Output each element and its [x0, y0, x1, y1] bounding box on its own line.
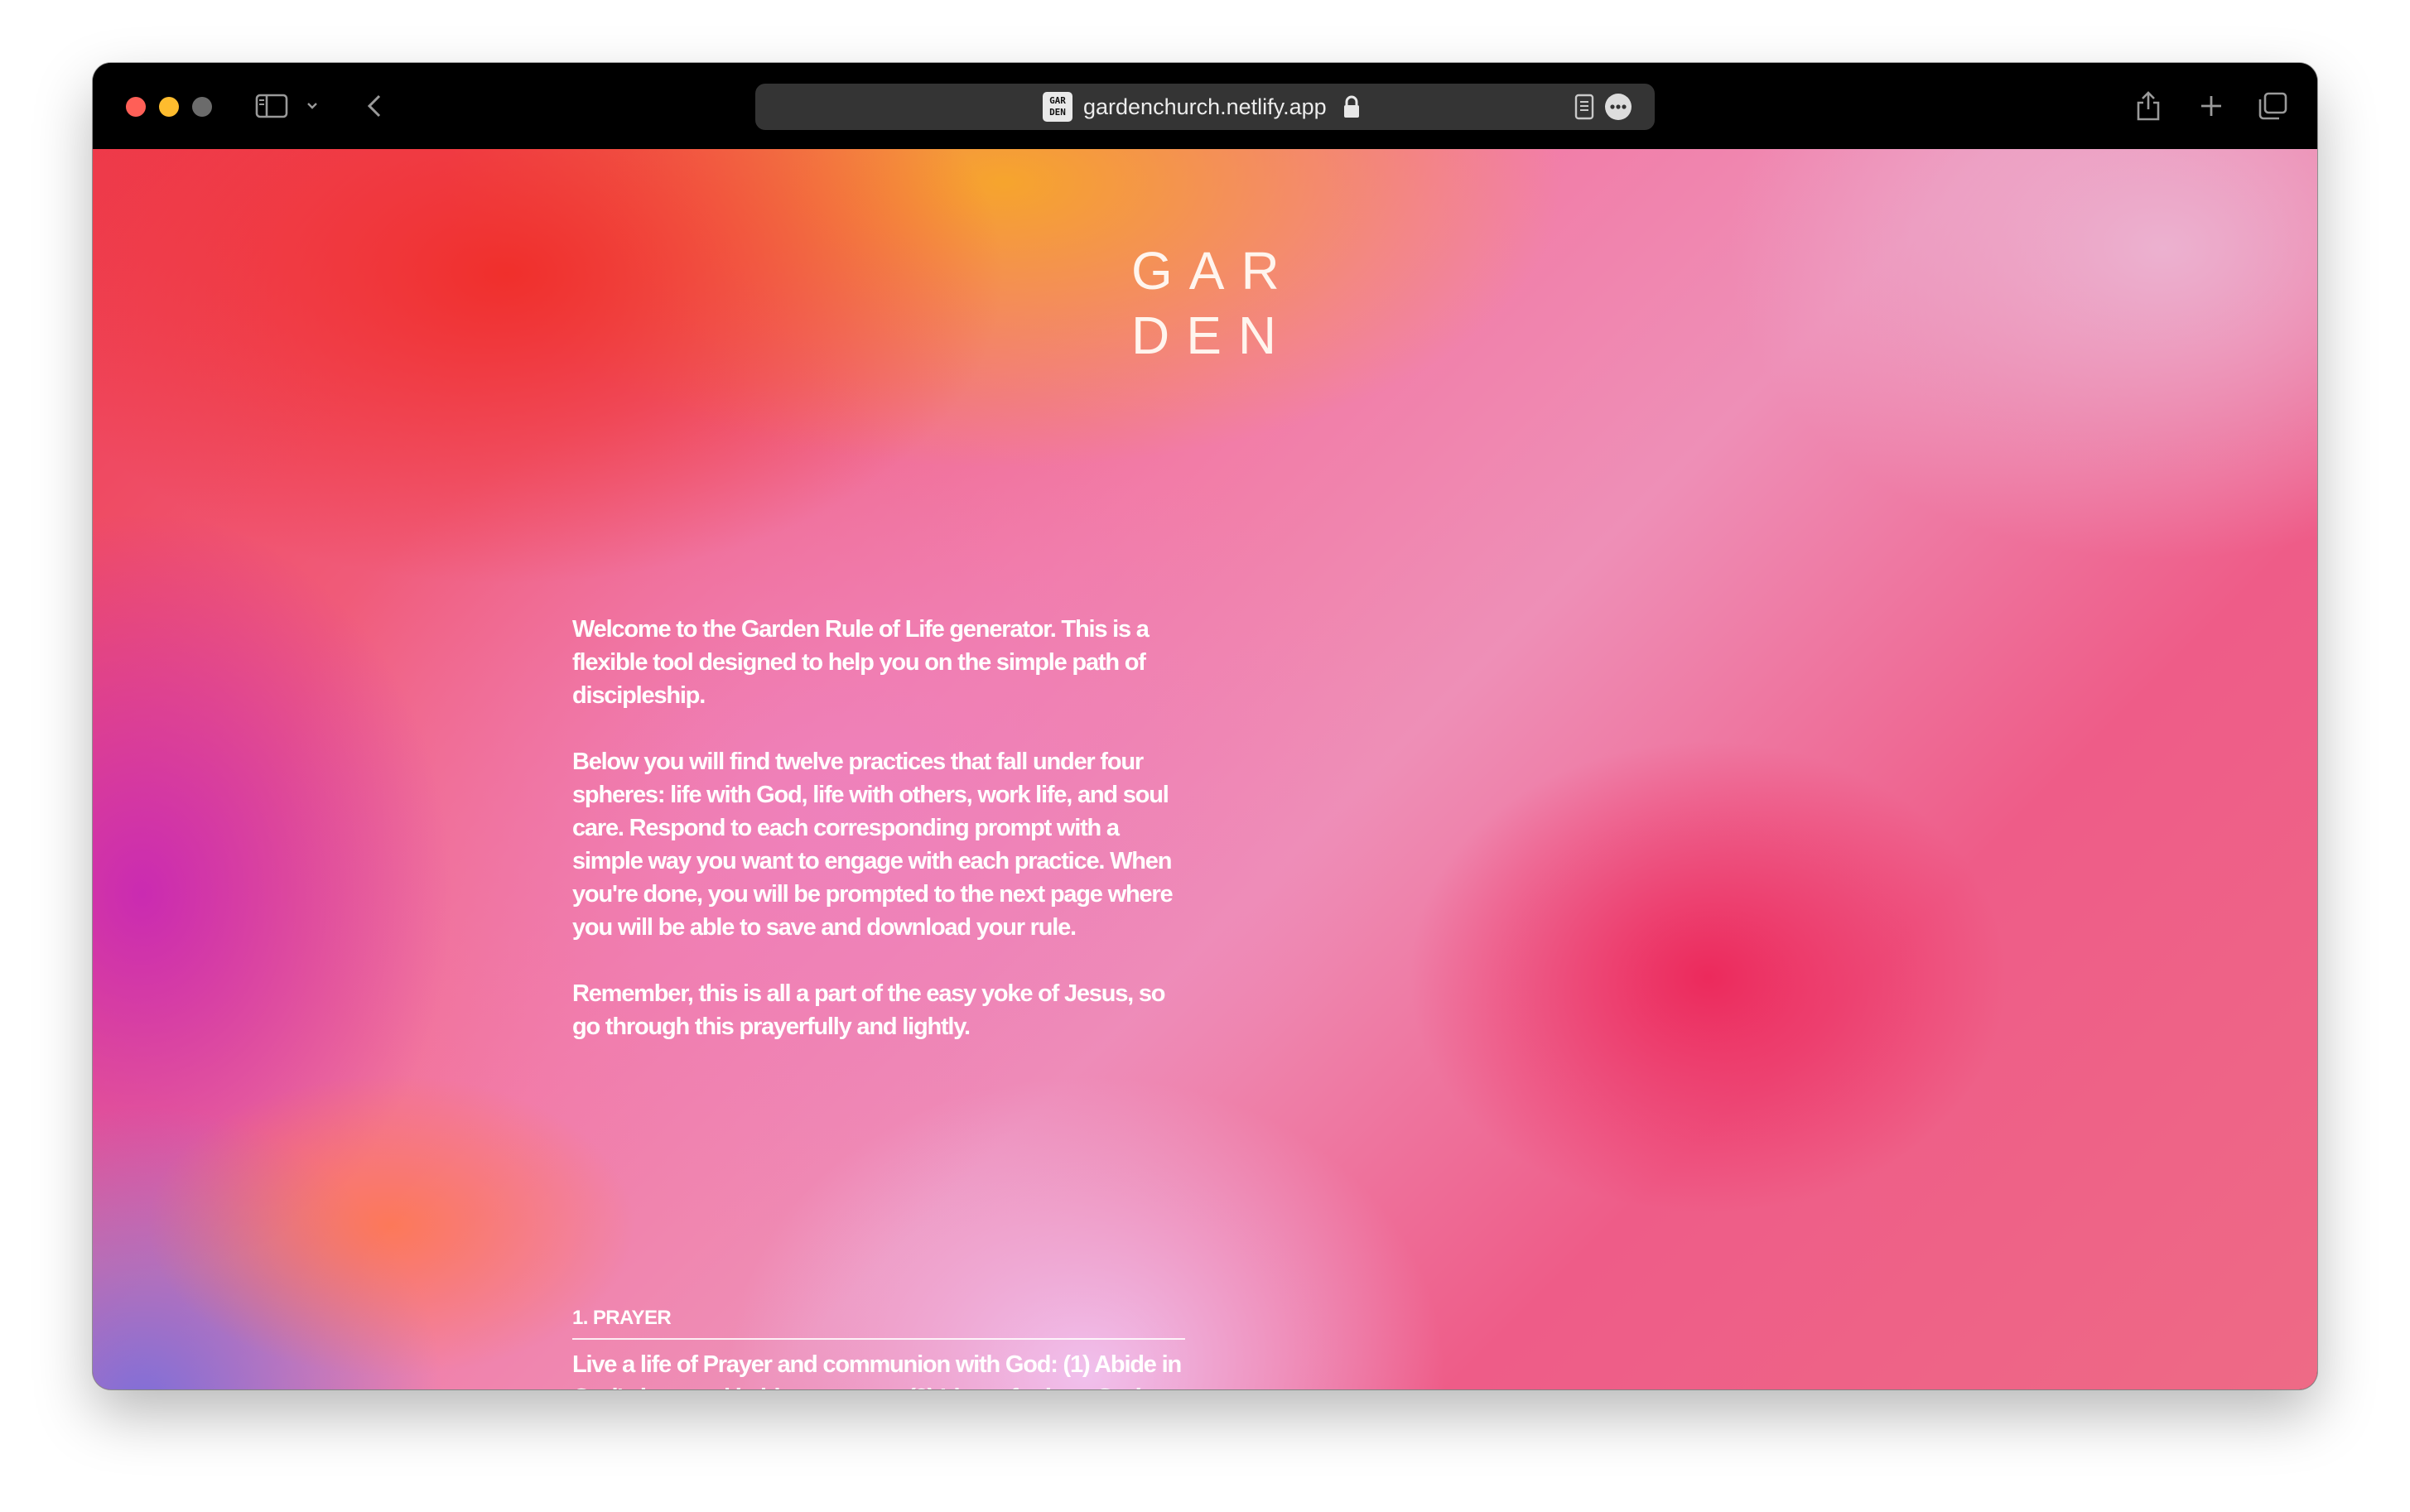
practice-description: Live a life of Prayer and communion with…: [572, 1351, 1182, 1389]
browser-window: GAR DEN gardenchurch.netlify.app GAR DEN…: [93, 63, 2317, 1389]
sidebar-toggle-icon[interactable]: [253, 86, 290, 126]
tab-overview-icon[interactable]: [2253, 86, 2292, 126]
new-tab-icon[interactable]: [2193, 86, 2229, 126]
back-arrow-icon[interactable]: [358, 86, 391, 126]
address-bar[interactable]: GAR DEN gardenchurch.netlify.app: [755, 84, 1655, 130]
site-favicon: GAR DEN: [1043, 92, 1072, 122]
garden-logo[interactable]: GAR DEN: [1131, 238, 1289, 368]
logo-line-2: DEN: [1131, 306, 1294, 365]
close-window-button[interactable]: [126, 97, 146, 117]
minimize-window-button[interactable]: [159, 97, 179, 117]
practice-section: 1. PRAYER Live a life of Prayer and comm…: [572, 1307, 1185, 1389]
zoom-window-button[interactable]: [192, 97, 212, 117]
page-content: GAR DEN Welcome to the Garden Rule of Li…: [93, 149, 2317, 1389]
logo-line-1: GAR: [1131, 241, 1296, 301]
url-text[interactable]: gardenchurch.netlify.app: [1083, 84, 1327, 130]
favicon-text-bottom: DEN: [1049, 107, 1066, 118]
share-icon[interactable]: [2130, 86, 2167, 126]
intro-paragraph: Welcome to the Garden Rule of Life gener…: [572, 616, 1150, 709]
favicon-text-top: GAR: [1049, 95, 1066, 106]
intro-text: Welcome to the Garden Rule of Life gener…: [572, 613, 1185, 1076]
reader-view-icon[interactable]: [1574, 93, 1595, 125]
browser-toolbar: GAR DEN gardenchurch.netlify.app: [93, 63, 2317, 149]
practice-heading: 1. PRAYER: [572, 1307, 1185, 1340]
lock-icon: [1342, 94, 1362, 123]
chevron-down-icon[interactable]: [300, 86, 325, 126]
intro-paragraph: Remember, this is all a part of the easy…: [572, 980, 1166, 1040]
more-options-icon[interactable]: [1605, 94, 1632, 120]
intro-paragraph: Below you will find twelve practices tha…: [572, 749, 1174, 941]
